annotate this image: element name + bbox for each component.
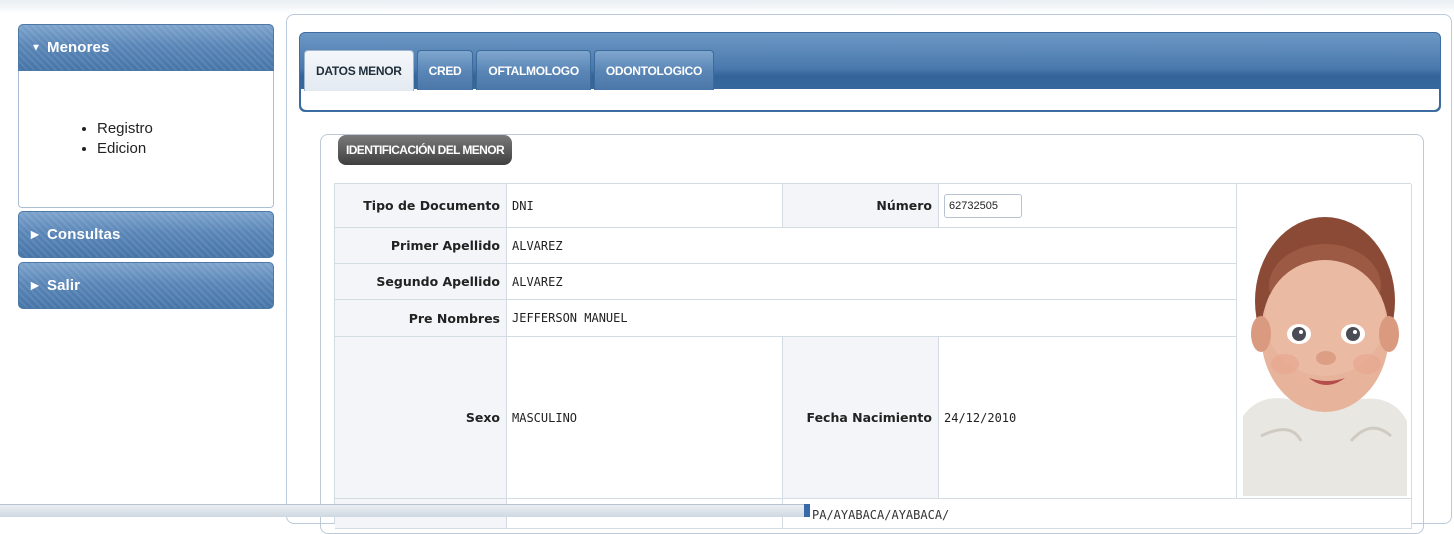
label-fecha-nacimiento: Fecha Nacimiento xyxy=(783,337,939,499)
value-numero-cell: 62732505 xyxy=(939,184,1237,228)
tab-cred[interactable]: CRED xyxy=(416,50,474,90)
value-segundo-apellido: ALVAREZ xyxy=(507,264,1237,300)
accordion-label: Menores xyxy=(47,39,110,56)
scroll-thumb[interactable] xyxy=(804,504,810,517)
label-sexo: Sexo xyxy=(335,337,507,499)
sidebar-accordion: ▼ Menores Registro Edicion ▶ Consultas ▶… xyxy=(18,24,274,524)
accordion-header-menores[interactable]: ▼ Menores xyxy=(18,24,274,71)
photo-cell xyxy=(1237,184,1412,499)
triangle-right-icon: ▶ xyxy=(31,280,39,291)
menu-item-registro[interactable]: Registro xyxy=(97,119,273,139)
value-pre-nombres: JEFFERSON MANUEL xyxy=(507,300,1237,337)
accordion-panel-menores: Registro Edicion xyxy=(18,71,274,208)
label-numero: Número xyxy=(783,184,939,228)
tab-content-area xyxy=(301,89,1439,110)
tab-odontologico[interactable]: ODONTOLOGICO xyxy=(593,50,715,90)
triangle-right-icon: ▶ xyxy=(31,229,39,240)
accordion-label: Consultas xyxy=(47,226,121,243)
menu-list: Registro Edicion xyxy=(19,119,273,159)
child-photo xyxy=(1241,206,1407,496)
partial-address: PA/AYABACA/AYABACA/ xyxy=(812,508,950,522)
label-tipo-documento: Tipo de Documento xyxy=(335,184,507,228)
menu-item-label[interactable]: Registro xyxy=(97,120,153,137)
numero-field[interactable]: 62732505 xyxy=(944,193,1022,218)
section-title: IDENTIFICACIÓN DEL MENOR xyxy=(338,135,513,165)
tab-datos-menor[interactable]: DATOS MENOR xyxy=(304,50,414,91)
triangle-down-icon: ▼ xyxy=(31,42,41,53)
label-pre-nombres: Pre Nombres xyxy=(335,300,507,337)
tab-label: ODONTOLOGICO xyxy=(605,63,703,78)
identification-grid: Tipo de Documento DNI Número 62732505 Pr… xyxy=(334,183,1412,529)
top-gradient xyxy=(0,0,1454,14)
tab-bar: DATOS MENOR CRED OFTALMOLOGO ODONTOLOGIC… xyxy=(299,32,1441,112)
label-primer-apellido: Primer Apellido xyxy=(335,228,507,264)
tab-oftalmologo[interactable]: OFTALMOLOGO xyxy=(476,50,591,90)
accordion-header-consultas[interactable]: ▶ Consultas xyxy=(18,211,274,258)
value-tipo-documento: DNI xyxy=(507,184,783,228)
label-segundo-apellido: Segundo Apellido xyxy=(335,264,507,300)
tab-list: DATOS MENOR CRED OFTALMOLOGO ODONTOLOGIC… xyxy=(304,50,715,91)
tab-label: CRED xyxy=(428,63,462,78)
menu-item-label[interactable]: Edicion xyxy=(97,140,146,157)
tab-label: OFTALMOLOGO xyxy=(488,63,579,78)
accordion-label: Salir xyxy=(47,277,81,294)
tab-label: DATOS MENOR xyxy=(316,64,402,78)
value-primer-apellido: ALVAREZ xyxy=(507,228,1237,264)
value-sexo: MASCULINO xyxy=(507,337,783,499)
menu-item-edicion[interactable]: Edicion xyxy=(97,139,273,159)
accordion-header-salir[interactable]: ▶ Salir xyxy=(18,262,274,309)
value-fecha-nacimiento: 24/12/2010 xyxy=(939,337,1237,499)
horizontal-scrollbar[interactable] xyxy=(0,504,808,517)
